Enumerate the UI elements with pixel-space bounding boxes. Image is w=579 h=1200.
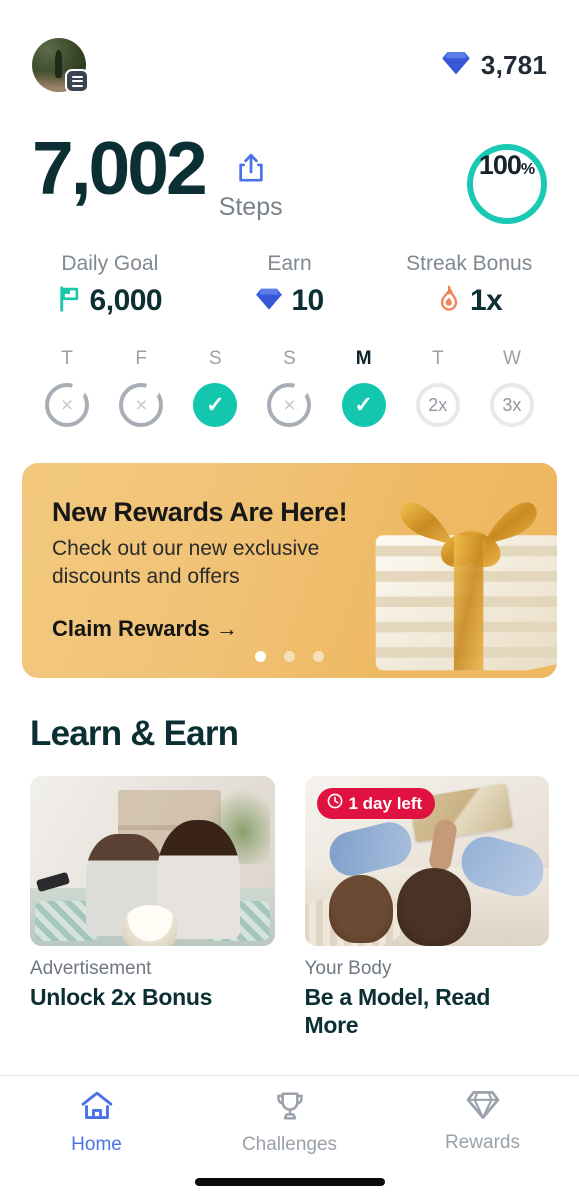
percent-symbol: %: [520, 161, 536, 178]
stat-value: 10: [291, 284, 324, 317]
flag-icon: [58, 285, 82, 317]
stat-caption: Streak Bonus: [406, 252, 533, 275]
section-title-learn-earn: Learn & Earn: [30, 714, 239, 753]
nav-label: Challenges: [241, 1134, 338, 1155]
card-kicker: Your Body: [304, 958, 392, 979]
day-status-missed: ×: [267, 383, 312, 427]
card-title: Be a Model, Read More: [304, 984, 491, 1039]
nav-item-home[interactable]: Home: [0, 1090, 193, 1156]
stat-caption: Daily Goal: [61, 252, 159, 275]
time-left-badge: 1 day left: [316, 788, 436, 819]
nav-item-rewards[interactable]: Rewards: [386, 1090, 579, 1154]
nav-item-challenges[interactable]: Challenges: [193, 1090, 386, 1156]
learn-earn-cards: Advertisement Unlock 2x Bonus 1 day left: [0, 754, 579, 1039]
carousel-dot-1[interactable]: [284, 651, 295, 662]
diamond-icon: [466, 1090, 500, 1125]
day-mark: ×: [60, 393, 74, 417]
badge-text: 1 day left: [348, 793, 423, 813]
card-kicker: Advertisement: [30, 958, 152, 979]
day-item-1[interactable]: F ×: [104, 348, 178, 427]
card-thumbnail-people-reading: 1 day left: [304, 776, 549, 946]
flame-icon: [436, 285, 462, 318]
hamburger-menu-icon[interactable]: [65, 69, 89, 93]
gem-count: 3,781: [480, 49, 547, 80]
home-icon: [80, 1090, 114, 1127]
steps-hero: 7,002 Steps 100 %: [0, 110, 579, 224]
day-label: W: [502, 348, 521, 369]
day-item-5[interactable]: T 2x: [401, 348, 475, 427]
day-item-4[interactable]: M ✓: [327, 348, 401, 427]
avatar[interactable]: [32, 38, 89, 93]
day-label: S: [209, 348, 222, 369]
card-title: Unlock 2x Bonus: [30, 984, 213, 1010]
stat-value: 1x: [469, 284, 503, 317]
trophy-icon: [274, 1090, 306, 1127]
gem-balance[interactable]: 3,781: [441, 50, 547, 81]
steps-count: 7,002: [32, 126, 208, 210]
day-mark: ×: [283, 393, 296, 417]
claim-rewards-button[interactable]: Claim Rewards →: [52, 616, 527, 642]
promo-banner[interactable]: New Rewards Are Here! Check out our new …: [22, 463, 557, 678]
day-status-multiplier: 3x: [489, 383, 534, 427]
clock-icon: [327, 793, 343, 814]
day-mark: 3x: [502, 394, 522, 415]
day-mark: 2x: [428, 394, 448, 415]
app-header: 3,781: [0, 0, 579, 110]
day-label: T: [431, 348, 444, 369]
day-item-2[interactable]: S ✓: [178, 348, 252, 427]
stats-row: Daily Goal 6,000 Earn 10 Streak Bonus 1x: [0, 224, 579, 318]
stat-streak-bonus: Streak Bonus 1x: [379, 252, 559, 318]
diamond-icon: [441, 50, 471, 81]
carousel-dot-0[interactable]: [255, 651, 266, 662]
nav-label: Rewards: [445, 1132, 520, 1153]
steps-label: Steps: [218, 193, 283, 221]
day-label: T: [61, 348, 73, 369]
day-label: M: [355, 348, 372, 369]
stat-earn: Earn 10: [200, 252, 380, 318]
stat-daily-goal: Daily Goal 6,000: [20, 252, 200, 318]
day-status-completed: ✓: [193, 383, 238, 427]
day-status-missed: ×: [45, 383, 90, 427]
day-mark: ✓: [354, 392, 373, 417]
day-status-multiplier: 2x: [415, 383, 460, 427]
bottom-navigation: Home Challenges Rewards: [0, 1075, 579, 1200]
day-item-6[interactable]: W 3x: [475, 348, 549, 427]
app-screen: 3,781 7,002 Steps 100 % Daily Goal 6,000…: [0, 0, 579, 1200]
diamond-icon: [255, 287, 283, 316]
carousel-dot-2[interactable]: [313, 651, 324, 662]
day-mark: ×: [135, 393, 148, 417]
stat-value: 6,000: [89, 284, 163, 317]
day-label: F: [135, 348, 148, 369]
day-item-0[interactable]: T ×: [30, 348, 104, 427]
day-item-3[interactable]: S ×: [252, 348, 326, 427]
share-icon[interactable]: [236, 152, 266, 189]
card-thumbnail-couple-watching-tv: [30, 776, 275, 946]
nav-label: Home: [71, 1134, 122, 1155]
home-indicator: [194, 1178, 385, 1186]
day-status-completed: ✓: [341, 383, 386, 427]
goal-progress-ring: 100 %: [467, 144, 547, 224]
day-status-missed: ×: [119, 383, 164, 427]
day-label: S: [283, 348, 296, 369]
promo-description: Check out our new exclusive discounts an…: [52, 537, 320, 588]
learn-card-1[interactable]: 1 day left Your Body Be a Model, Read Mo…: [304, 776, 549, 1039]
day-mark: ✓: [206, 392, 225, 417]
week-streak-row: T × F × S ✓ S × M ✓ T 2x W 3x: [0, 318, 579, 427]
stat-caption: Earn: [267, 252, 312, 275]
progress-percent: 100: [478, 150, 522, 180]
carousel-dots[interactable]: [22, 651, 557, 662]
learn-card-0[interactable]: Advertisement Unlock 2x Bonus: [30, 776, 275, 1039]
promo-title: New Rewards Are Here!: [52, 497, 348, 527]
